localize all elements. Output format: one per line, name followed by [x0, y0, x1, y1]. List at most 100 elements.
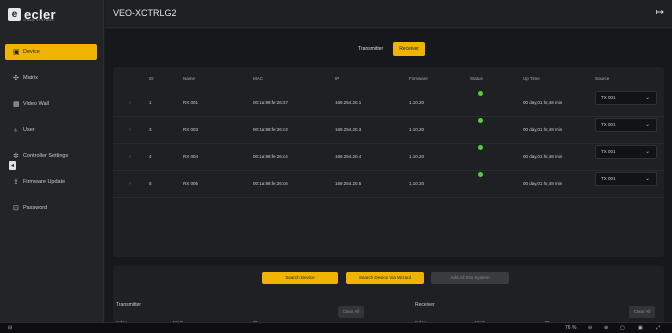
zoom-out-icon[interactable]: ⊖ — [588, 325, 592, 331]
zoom-in-icon[interactable]: ⊕ — [604, 325, 608, 331]
clear-all-transmitter-button[interactable]: Clear All — [338, 306, 364, 318]
expand-row-icon[interactable]: › — [129, 172, 131, 196]
main-content: Transmitter Receiver ID Name MAC IP Firm… — [105, 29, 672, 325]
cell-firmware: 1.10.20 — [409, 154, 425, 159]
status-online-indicator — [478, 91, 483, 96]
cell-mac: 00:1a:98:fe:26:c6 — [253, 181, 288, 186]
cell-uptime: 00 day,01 hr,48 min — [523, 127, 563, 132]
expand-row-icon[interactable]: › — [129, 91, 131, 115]
cell-mac: 00:1a:98:fe:26:27 — [253, 100, 289, 105]
sidebar-item-label: Controller Settings — [23, 153, 69, 159]
col-status: Status — [470, 76, 483, 81]
cell-ip: 169.254.20.1 — [335, 100, 362, 105]
source-select-value: TX 001 — [601, 122, 616, 127]
sidebar-item-label: Password — [23, 205, 48, 211]
cell-uptime: 00 day,01 hr,48 min — [523, 100, 563, 105]
table-row[interactable]: › 1 RX 001 00:1a:98:fe:26:27 169.254.20.1 1.1… — [113, 91, 664, 115]
sidebar-item-video-wall[interactable]: ▦ Video Wall — [5, 96, 97, 112]
table-row[interactable]: › 4 RX 004 00:1a:98:fe:26:c4 169.254.20.4 1.1… — [113, 145, 664, 169]
cell-uptime: 00 day,01 hr,48 min — [523, 181, 563, 186]
table-row[interactable]: › 3 RX 003 00:1a:98:fe:26:c3 169.254.20.3 1.1… — [113, 118, 664, 142]
sidebar-item-label: Device — [23, 49, 40, 55]
window-icon[interactable]: ⊟ — [8, 325, 12, 331]
video-wall-icon: ▦ — [13, 101, 20, 108]
cell-firmware: 1.10.20 — [409, 127, 425, 132]
tab-transmitter[interactable]: Transmitter — [352, 42, 389, 56]
add-all-button[interactable]: Add All Into System — [431, 272, 509, 284]
sidebar-item-password[interactable]: ⊡ Password — [5, 200, 97, 216]
logo-mark: e — [8, 7, 21, 21]
cell-id: 4 — [149, 154, 152, 159]
logo-subtitle: VIDEO SYSTEMS — [23, 18, 55, 22]
sidebar-item-label: Firmware Update — [23, 179, 66, 185]
source-select-value: TX 001 — [601, 95, 616, 100]
cell-ip: 169.254.20.3 — [335, 127, 362, 132]
device-icon: ▣ — [13, 49, 20, 56]
sidebar-item-device[interactable]: ▣ Device — [5, 44, 97, 60]
lock-icon: ⊡ — [13, 205, 19, 212]
status-online-indicator — [478, 145, 483, 150]
cell-ip: 169.254.20.5 — [335, 181, 362, 186]
user-icon: ♁ — [13, 126, 19, 134]
cell-name: RX 004 — [183, 154, 199, 159]
search-panel: Search Device Search Device Via Wizard A… — [113, 266, 664, 325]
chevron-down-icon: ⌄ — [644, 95, 650, 101]
sidebar-item-controller-settings[interactable]: ✲ Controller Settings — [5, 148, 97, 164]
app-window: e ecler VIDEO SYSTEMS ▣ Device ✣ Matrix ▦ Vid… — [0, 0, 672, 333]
grid-icon[interactable]: ▣ — [638, 325, 643, 331]
source-select-value: TX 001 — [601, 176, 616, 181]
cell-id: 5 — [149, 181, 152, 186]
sidebar-item-matrix[interactable]: ✣ Matrix — [5, 70, 97, 86]
source-select[interactable]: TX 001 ⌄ — [595, 91, 657, 105]
firmware-icon: ⇪ — [13, 179, 19, 186]
cell-name: RX 005 — [183, 181, 199, 186]
row-divider — [113, 116, 664, 117]
cell-id: 1 — [149, 100, 152, 105]
cell-id: 3 — [149, 127, 152, 132]
col-firmware: Firmware — [409, 76, 428, 81]
col-source: Source — [595, 76, 610, 81]
cell-name: RX 001 — [183, 100, 199, 105]
matrix-icon: ✣ — [13, 75, 19, 82]
cell-uptime: 00 day,01 hr,48 min — [523, 154, 563, 159]
receiver-list-title: Receiver — [415, 302, 435, 308]
cell-firmware: 1.10.20 — [409, 181, 425, 186]
chevron-down-icon: ⌄ — [644, 149, 650, 155]
page-title: VEO-XCTRLG2 — [113, 8, 177, 18]
row-divider — [113, 170, 664, 171]
status-online-indicator — [478, 118, 483, 123]
sidebar-item-label: User — [23, 127, 35, 133]
receiver-table: ID Name MAC IP Firmware Status Up Time S… — [113, 67, 664, 257]
status-bar: ⊟ 76 % ⊖ ⊕ ▢ ▣ ⤢ — [0, 322, 672, 333]
search-device-button[interactable]: Search Device — [262, 272, 338, 284]
source-select[interactable]: TX 001 ⌄ — [595, 118, 657, 132]
logout-icon[interactable]: ↦ — [656, 7, 664, 18]
table-row[interactable]: › 5 RX 005 00:1a:98:fe:26:c6 169.254.20.5 1.1… — [113, 172, 664, 196]
sidebar-item-firmware-update[interactable]: ⇪ Firmware Update — [5, 174, 97, 190]
fit-icon[interactable]: ▢ — [620, 325, 625, 331]
source-select[interactable]: TX 001 ⌄ — [595, 145, 657, 159]
sidebar-item-user[interactable]: ♁ User — [5, 122, 97, 138]
col-name: Name — [183, 76, 196, 81]
col-mac: MAC — [253, 76, 263, 81]
expand-row-icon[interactable]: › — [129, 118, 131, 142]
col-ip: IP — [335, 76, 340, 81]
transmitter-list-title: Transmitter — [116, 302, 142, 308]
cell-name: RX 003 — [183, 127, 199, 132]
status-online-indicator — [478, 172, 483, 177]
cell-mac: 00:1a:98:fe:26:c4 — [253, 154, 288, 159]
expand-icon[interactable]: ⤢ — [656, 325, 660, 331]
chevron-down-icon: ⌄ — [644, 176, 650, 182]
search-wizard-button[interactable]: Search Device Via Wizard — [346, 272, 424, 284]
source-select[interactable]: TX 001 ⌄ — [595, 172, 657, 186]
zoom-level: 76 % — [565, 325, 577, 331]
expand-row-icon[interactable]: › — [129, 145, 131, 169]
tab-receiver[interactable]: Receiver — [393, 42, 425, 56]
collapse-sidebar-icon[interactable]: ◂ — [9, 161, 16, 170]
sidebar-nav: ▣ Device ✣ Matrix ▦ Video Wall ♁ User ✲ Controlle… — [0, 44, 103, 216]
chevron-down-icon: ⌄ — [644, 122, 650, 128]
clear-all-receiver-button[interactable]: Clear All — [629, 306, 655, 318]
row-divider — [113, 197, 664, 198]
col-id: ID — [149, 76, 154, 81]
sidebar-item-label: Video Wall — [23, 101, 49, 107]
